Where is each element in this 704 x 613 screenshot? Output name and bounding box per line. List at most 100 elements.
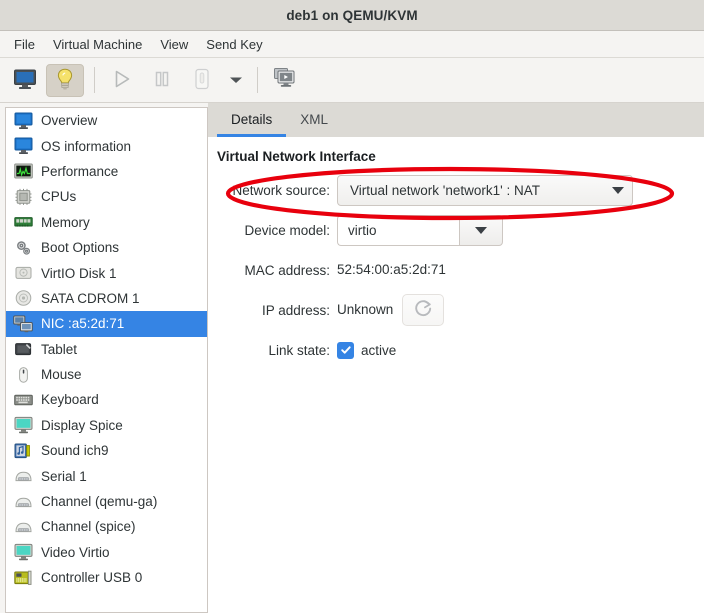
display-icon: [13, 415, 33, 435]
network-card-icon: [13, 314, 33, 334]
cpu-chip-icon: [13, 187, 33, 207]
sidebar-item-label: Channel (spice): [41, 519, 136, 535]
pause-button[interactable]: [143, 64, 181, 97]
sidebar-container: Overview OS information Performance CPUs: [0, 103, 208, 613]
chevron-down-icon: [475, 227, 487, 234]
network-source-row: Network source: Virtual network 'network…: [208, 175, 704, 206]
device-model-label: Device model:: [244, 223, 330, 238]
sidebar-item-label: Controller USB 0: [41, 570, 143, 586]
sidebar-item-serial-1[interactable]: Serial 1: [6, 463, 207, 488]
pause-icon: [152, 69, 172, 92]
hardware-list[interactable]: Overview OS information Performance CPUs: [5, 107, 208, 613]
tablet-icon: [13, 339, 33, 359]
mac-address-row: MAC address: 52:54:00:a5:2d:71: [208, 255, 704, 285]
performance-graph-icon: [13, 161, 33, 181]
menu-send-key[interactable]: Send Key: [197, 34, 271, 55]
show-console-button[interactable]: [6, 64, 44, 97]
keyboard-icon: [13, 390, 33, 410]
device-model-row: Device model: virtio: [208, 215, 704, 246]
serial-port-icon: [13, 517, 33, 537]
tab-details[interactable]: Details: [217, 105, 287, 137]
network-source-label: Network source:: [232, 183, 330, 198]
link-state-row: Link state: active: [208, 335, 704, 365]
ip-refresh-button[interactable]: [402, 294, 445, 326]
mac-address-label: MAC address:: [244, 262, 330, 278]
shutdown-button[interactable]: [183, 64, 221, 97]
chevron-down-icon: [228, 73, 244, 88]
sidebar-item-label: Keyboard: [41, 392, 99, 408]
menu-virtual-machine[interactable]: Virtual Machine: [44, 34, 151, 55]
ip-address-label: IP address:: [261, 302, 330, 318]
ip-address-field: Unknown: [337, 294, 445, 326]
tabbar: Details XML: [208, 103, 704, 137]
shutdown-menu-button[interactable]: [223, 64, 249, 97]
tab-xml[interactable]: XML: [286, 105, 342, 137]
menu-view[interactable]: View: [151, 34, 197, 55]
sidebar-item-label: Mouse: [41, 367, 82, 383]
device-model-combobox[interactable]: virtio: [337, 215, 503, 246]
mac-address-value: 52:54:00:a5:2d:71: [337, 262, 446, 277]
toolbar: [0, 58, 704, 103]
show-details-button[interactable]: [46, 63, 84, 97]
device-model-field: virtio: [337, 215, 503, 246]
network-source-combobox[interactable]: Virtual network 'network1' : NAT: [337, 175, 633, 206]
sidebar-item-label: Sound ich9: [41, 443, 109, 459]
device-model-input[interactable]: virtio: [337, 215, 459, 246]
sidebar-item-overview[interactable]: Overview: [6, 108, 207, 133]
lightbulb-icon: [54, 67, 76, 94]
sidebar-item-tablet[interactable]: Tablet: [6, 337, 207, 362]
window-title: deb1 on QEMU/KVM: [286, 7, 418, 23]
sidebar-item-boot-options[interactable]: Boot Options: [6, 235, 207, 260]
toolbar-separator-2: [257, 67, 258, 93]
sidebar-item-sound-ich9[interactable]: Sound ich9: [6, 438, 207, 463]
link-state-checkbox[interactable]: [337, 341, 354, 359]
sidebar-item-label: CPUs: [41, 189, 77, 205]
snapshots-button[interactable]: [266, 64, 304, 97]
sidebar-item-virtio-disk-1[interactable]: VirtIO Disk 1: [6, 260, 207, 285]
network-source-field: Virtual network 'network1' : NAT: [337, 175, 633, 206]
toolbar-separator-1: [94, 67, 95, 93]
mac-address-field: 52:54:00:a5:2d:71: [337, 260, 446, 280]
serial-port-icon: [13, 466, 33, 486]
run-button[interactable]: [103, 64, 141, 97]
sidebar-item-display-spice[interactable]: Display Spice: [6, 413, 207, 438]
monitor-icon: [13, 68, 37, 93]
sidebar-item-memory[interactable]: Memory: [6, 210, 207, 235]
hard-disk-icon: [13, 263, 33, 283]
sidebar-item-channel-qemu-ga[interactable]: Channel (qemu-ga): [6, 489, 207, 514]
sidebar-item-cpus[interactable]: CPUs: [6, 184, 207, 209]
sidebar-item-keyboard[interactable]: Keyboard: [6, 387, 207, 412]
ip-address-value: Unknown: [337, 302, 394, 317]
sidebar-item-controller-usb-0[interactable]: Controller USB 0: [6, 565, 207, 590]
sidebar-item-label: Tablet: [41, 341, 78, 357]
sidebar-item-label: Boot Options: [41, 240, 120, 256]
controller-card-icon: [13, 568, 33, 588]
monitor-icon: [13, 111, 33, 131]
gears-icon: [13, 238, 33, 258]
optical-disc-icon: [13, 288, 33, 308]
menubar: File Virtual Machine View Send Key: [0, 31, 704, 58]
sidebar-item-sata-cdrom-1[interactable]: SATA CDROM 1: [6, 286, 207, 311]
memory-stick-icon: [13, 212, 33, 232]
chevron-down-icon: [612, 187, 624, 194]
sidebar-item-label: NIC :a5:2d:71: [41, 316, 125, 332]
network-source-value: Virtual network 'network1' : NAT: [350, 183, 540, 198]
serial-port-icon: [13, 492, 33, 512]
sidebar-item-performance[interactable]: Performance: [6, 159, 207, 184]
sidebar-item-mouse[interactable]: Mouse: [6, 362, 207, 387]
link-state-field: active: [337, 341, 396, 359]
sidebar-item-channel-spice[interactable]: Channel (spice): [6, 514, 207, 539]
sidebar-item-os-information[interactable]: OS information: [6, 133, 207, 158]
mouse-icon: [13, 365, 33, 385]
device-model-dropdown-button[interactable]: [459, 215, 503, 246]
power-icon: [192, 67, 212, 94]
menu-file[interactable]: File: [5, 34, 44, 55]
ip-address-row: IP address: Unknown: [208, 294, 704, 326]
link-state-label: Link state:: [268, 342, 330, 358]
sidebar-item-video-virtio[interactable]: Video Virtio: [6, 540, 207, 565]
sidebar-item-label: Performance: [41, 163, 119, 179]
sidebar-item-label: SATA CDROM 1: [41, 290, 140, 306]
sidebar-item-label: Overview: [41, 113, 98, 129]
sidebar-item-nic[interactable]: NIC :a5:2d:71: [6, 311, 207, 337]
window-titlebar: deb1 on QEMU/KVM: [0, 0, 704, 31]
